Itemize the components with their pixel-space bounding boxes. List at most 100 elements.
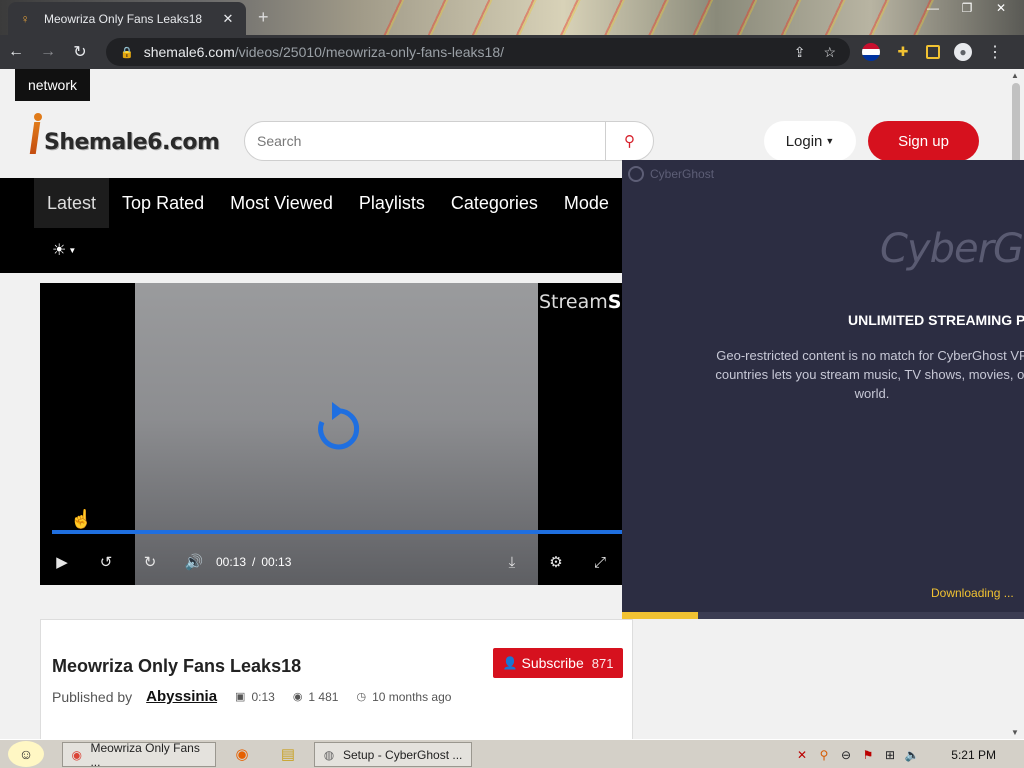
install-progress-bar	[622, 612, 1024, 619]
taskbar-clock: 5:21 PM	[951, 747, 996, 762]
subscribe-button[interactable]: 👤 Subscribe 871	[493, 648, 623, 678]
download-status: Downloading ...	[931, 586, 1014, 600]
url-host: shemale6.com	[143, 44, 235, 60]
nav-playlists[interactable]: Playlists	[346, 178, 438, 228]
minimize-icon[interactable]: —	[916, 0, 950, 16]
add-user-icon: 👤	[502, 656, 518, 670]
taskbar-chrome-window[interactable]: ◉ Meowriza Only Fans ...	[62, 741, 216, 768]
taskbar-setup-window[interactable]: ◍ Setup - CyberGhost ...	[314, 742, 472, 767]
tray-search-icon[interactable]: ⚲	[816, 747, 832, 763]
nav-most-viewed[interactable]: Most Viewed	[217, 178, 346, 228]
folder-icon[interactable]: ▤	[277, 743, 299, 765]
install-progress-fill	[622, 612, 699, 619]
share-icon[interactable]: ⇪	[794, 44, 806, 61]
bookmark-star-icon[interactable]: ☆	[823, 44, 836, 61]
extensions-area: ✚ ● ⋮	[862, 35, 1004, 69]
restore-icon[interactable]: ❐	[950, 0, 984, 16]
cyberghost-logo-icon	[628, 166, 644, 182]
taskbar-setup-label: Setup - CyberGhost ...	[343, 747, 463, 762]
clock-icon: ◷	[356, 691, 367, 703]
nav-latest[interactable]: Latest	[34, 178, 110, 228]
extensions-puzzle-icon[interactable]: ✚	[894, 43, 912, 61]
hand-cursor-icon: ☝	[70, 509, 93, 529]
video-title: Meowriza Only Fans Leaks18	[52, 656, 302, 676]
subscriber-count: 871	[591, 655, 614, 671]
login-label: Login	[785, 132, 823, 150]
forward-arrow-icon[interactable]: →	[32, 36, 64, 68]
subscribe-label: Subscribe	[521, 655, 584, 671]
eye-icon: ◉	[292, 691, 303, 703]
nav-categories[interactable]: Categories	[438, 178, 551, 228]
address-bar[interactable]: 🔒 shemale6.com/videos/25010/meowriza-onl…	[106, 38, 850, 66]
scroll-down-icon[interactable]: ▼	[1011, 728, 1019, 737]
rewind-10-icon[interactable]: ↺	[84, 545, 128, 579]
cyberghost-headline: UNLIMITED STREAMING PO	[848, 312, 1024, 328]
vpn-flag-extension-icon[interactable]	[862, 43, 880, 61]
current-time: 00:13	[216, 555, 247, 569]
network-label[interactable]: network	[15, 69, 90, 101]
author-link[interactable]: Abyssinia	[146, 688, 217, 705]
play-icon[interactable]: ▶	[40, 545, 84, 579]
reload-icon[interactable]: ↻	[64, 36, 96, 68]
browser-toolbar: ← → ↻ 🔒 shemale6.com/videos/25010/meowri…	[0, 35, 1024, 69]
network-icon[interactable]: ⊞	[882, 747, 898, 763]
tray-app-icon[interactable]: ✕	[794, 747, 810, 763]
search-input[interactable]	[245, 133, 605, 149]
search-box: ⚲	[244, 121, 654, 161]
chrome-icon: ◉	[71, 747, 82, 762]
site-favicon-icon: ♀	[20, 11, 30, 26]
tab-close-icon[interactable]: ✕	[220, 11, 236, 27]
cyberghost-body: Geo-restricted content is no match for C…	[715, 348, 1024, 401]
search-icon[interactable]: ⚲	[605, 122, 653, 160]
settings-gear-icon[interactable]: ⚙	[534, 545, 578, 579]
url-path: /videos/25010/meowriza-only-fans-leaks18…	[234, 44, 504, 60]
chevron-down-icon: ▼	[68, 245, 77, 255]
views-value: 1 481	[308, 689, 339, 704]
browser-menu-icon[interactable]: ⋮	[986, 43, 1004, 61]
site-logo[interactable]: Shemale6.com	[28, 113, 220, 155]
nav-models[interactable]: Mode	[551, 178, 622, 228]
cyberghost-setup-icon: ◍	[323, 747, 335, 762]
sun-icon: ☀	[52, 242, 67, 259]
lock-icon: 🔒	[120, 46, 134, 59]
tray-status-icon[interactable]: ⊖	[838, 747, 854, 763]
theme-toggle[interactable]: ☀ ▼	[52, 240, 76, 260]
side-panel-icon[interactable]	[926, 45, 940, 59]
window-close-icon[interactable]: ✕	[984, 0, 1018, 16]
volume-tray-icon[interactable]: 🔈	[904, 747, 920, 763]
tray-flag-icon[interactable]: ⚑	[860, 747, 876, 763]
cyberghost-installer-window[interactable]: CyberGhost CyberGho UNLIMITED STREAMING …	[622, 160, 1024, 619]
volume-icon[interactable]: 🔊	[172, 545, 216, 579]
duration-value: 0:13	[251, 689, 275, 704]
forward-10-icon[interactable]: ↻	[128, 545, 172, 579]
signup-button[interactable]: Sign up	[868, 121, 979, 161]
time-display: 00:13/00:13	[216, 555, 292, 569]
login-button[interactable]: Login ▼	[764, 121, 856, 161]
video-meta: Published by Abyssinia ▣ 0:13 ◉ 1 481 ◷ 10 …	[52, 688, 451, 705]
cyberghost-brand: CyberGho	[880, 226, 1024, 272]
published-by-label: Published by	[52, 688, 133, 705]
logo-figure-icon	[28, 113, 46, 155]
nav-top-rated[interactable]: Top Rated	[109, 178, 217, 228]
new-tab-icon[interactable]: +	[258, 7, 269, 28]
system-tray: ✕ ⚲ ⊖ ⚑ ⊞ 🔈 5:21 PM	[790, 742, 1022, 767]
back-arrow-icon[interactable]: ←	[0, 36, 32, 68]
browser-tab-active[interactable]: ♀ Meowriza Only Fans Leaks18 ✕	[8, 2, 246, 35]
smiley-start-icon: ☺	[8, 741, 44, 767]
window-controls: — ❐ ✕	[916, 0, 1018, 16]
firefox-icon[interactable]: ◉	[231, 743, 253, 765]
profile-avatar-icon[interactable]: ●	[954, 43, 972, 61]
logo-text: Shemale6.com	[44, 130, 220, 155]
video-info-card: Meowriza Only Fans Leaks18 👤 Subscribe 8…	[40, 619, 633, 739]
replay-icon[interactable]	[308, 400, 366, 458]
fullscreen-icon[interactable]: ⤢	[578, 545, 622, 579]
scroll-up-icon[interactable]: ▲	[1011, 71, 1019, 80]
download-icon[interactable]: ⤓	[490, 545, 534, 579]
start-button[interactable]: ☺	[0, 740, 52, 768]
video-progress-bar[interactable]	[52, 530, 622, 534]
video-player[interactable]: StreamSE ▶ ↺ ↻ 🔊 00:13/00:13 ⤓ ⚙ ⤢	[40, 283, 622, 585]
player-controls: ▶ ↺ ↻ 🔊 00:13/00:13 ⤓ ⚙ ⤢	[40, 545, 622, 579]
age-value: 10 months ago	[372, 689, 452, 704]
desktop-wallpaper-scribble	[380, 0, 940, 35]
cyberghost-small-logo: CyberGhost	[628, 166, 714, 182]
